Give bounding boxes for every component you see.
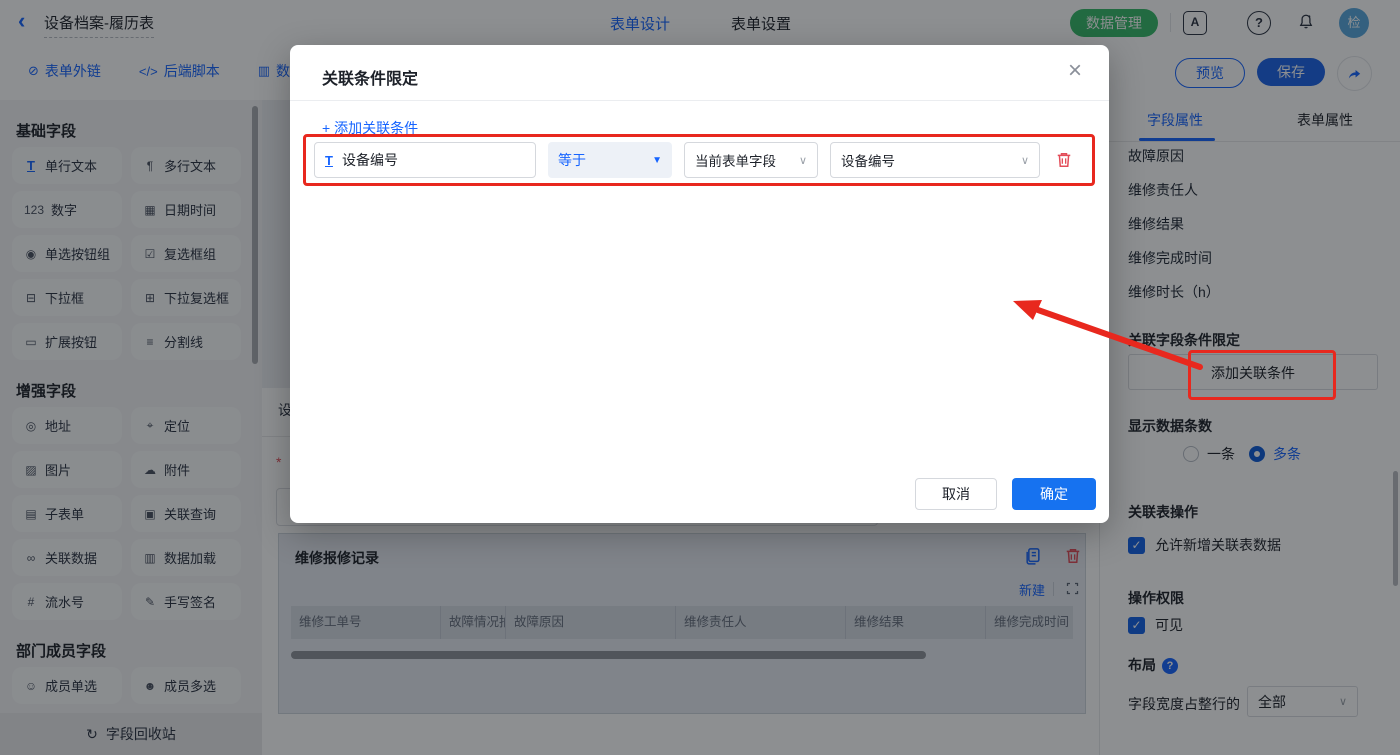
source-type-value: 当前表单字段	[695, 150, 776, 170]
condition-row: T 设备编号 等于 ▼ 当前表单字段 ∨ 设备编号 ∨	[290, 142, 1109, 178]
app: ‹ 设备档案-履历表 表单设计 表单设置 数据管理 A ? 检 ⊘表单外链</>…	[0, 0, 1400, 755]
condition-dialog: 关联条件限定 × + 添加关联条件 T 设备编号 等于 ▼ 当前表单字段 ∨ 设…	[290, 45, 1109, 523]
source-field-value: 设备编号	[841, 150, 895, 170]
delete-condition-icon[interactable]	[1054, 149, 1074, 176]
chevron-down-icon: ∨	[1021, 154, 1029, 167]
add-condition-link[interactable]: + 添加关联条件	[322, 118, 418, 138]
dropdown-arrow-icon: ▼	[652, 155, 662, 166]
cancel-button[interactable]: 取消	[915, 478, 997, 510]
condition-field-input[interactable]: T 设备编号	[314, 142, 536, 178]
text-field-icon: T	[325, 153, 333, 168]
dialog-title: 关联条件限定	[322, 65, 418, 89]
chevron-down-icon: ∨	[799, 154, 807, 167]
confirm-button[interactable]: 确定	[1012, 478, 1096, 510]
source-field-select[interactable]: 设备编号 ∨	[830, 142, 1040, 178]
condition-field-value: 设备编号	[342, 150, 398, 170]
operator-value: 等于	[558, 150, 586, 170]
close-icon[interactable]: ×	[1068, 59, 1082, 83]
operator-select[interactable]: 等于 ▼	[548, 142, 672, 178]
divider	[290, 100, 1109, 101]
source-type-select[interactable]: 当前表单字段 ∨	[684, 142, 818, 178]
